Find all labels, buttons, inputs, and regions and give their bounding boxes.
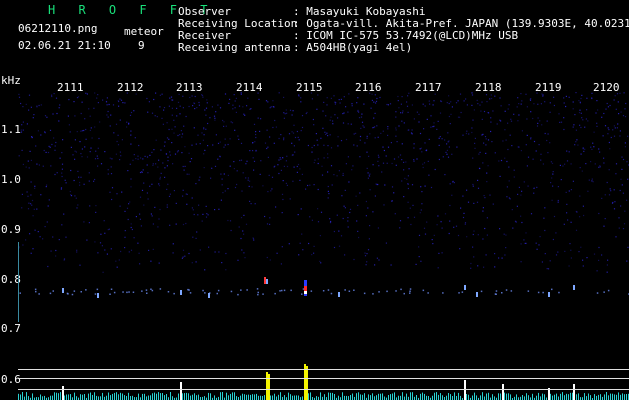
spectrogram-canvas [18, 92, 629, 400]
meteor-label: meteor [124, 25, 164, 38]
meteor-echoes [62, 277, 575, 298]
carrier-band [19, 288, 629, 296]
antenna-value: : A504HB(yagi 4el) [293, 41, 413, 54]
threshold-line [18, 389, 629, 390]
noise-layer [18, 92, 629, 273]
file-name: 06212110.png [18, 22, 98, 35]
threshold-line [18, 378, 629, 379]
date-time: 02.06.21 21:10 [18, 39, 111, 52]
threshold-line [18, 369, 629, 370]
y-axis-unit: kHz [1, 74, 21, 87]
antenna-label: Receiving antenna [178, 41, 291, 54]
meteor-count: 9 [138, 39, 145, 52]
